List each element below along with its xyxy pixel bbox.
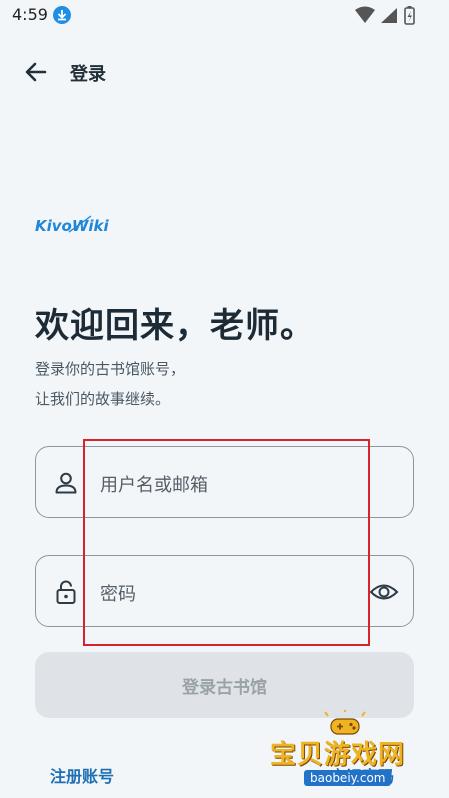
- top-app-bar: 登录: [0, 50, 449, 94]
- welcome-title: 欢迎回来，老师。: [35, 306, 315, 346]
- username-field[interactable]: 用户名或邮箱: [35, 446, 414, 518]
- person-icon: [53, 470, 79, 496]
- status-bar: 4:59: [0, 0, 449, 32]
- login-button-label: 登录古书馆: [182, 677, 267, 698]
- site-watermark: 宝贝游戏网 baobeiy.com: [270, 708, 448, 794]
- status-time: 4:59: [12, 5, 48, 24]
- download-icon: [53, 6, 71, 24]
- watermark-text: 宝贝游戏网: [270, 740, 406, 770]
- username-placeholder: 用户名或邮箱: [100, 475, 208, 496]
- welcome-subtitle-line2: 让我们的故事继续。: [35, 390, 171, 408]
- password-placeholder: 密码: [100, 584, 136, 605]
- svg-text:KivoWiki: KivoWiki: [35, 217, 110, 235]
- watermark-url: baobeiy.com: [304, 770, 392, 786]
- signal-icon: [381, 8, 397, 23]
- page-title: 登录: [70, 64, 106, 85]
- register-link[interactable]: 注册账号: [50, 763, 114, 787]
- show-password-eye-icon[interactable]: [369, 578, 399, 606]
- password-field[interactable]: 密码: [35, 555, 414, 627]
- lock-icon: [53, 579, 79, 605]
- welcome-subtitle-line1: 登录你的古书馆账号，: [35, 360, 186, 378]
- back-arrow-icon[interactable]: [22, 58, 50, 86]
- wifi-icon: [355, 6, 375, 23]
- kivowiki-logo: KivoWiki: [35, 212, 125, 238]
- status-icons: [355, 6, 435, 26]
